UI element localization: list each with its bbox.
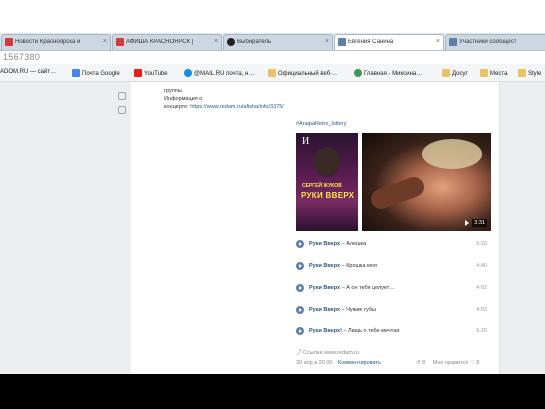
tab-members[interactable]: Участники сообщест (445, 34, 545, 50)
letterbox-bar (0, 374, 545, 409)
play-button-icon[interactable] (296, 306, 304, 314)
settings-icon[interactable] (118, 92, 126, 100)
bookmark-mailru[interactable]: @MAIL.RU почта, н… (184, 69, 254, 77)
play-button-icon[interactable] (296, 240, 304, 248)
bookmark-style[interactable]: Style (518, 69, 541, 77)
video-duration: 3:31 (472, 219, 487, 227)
play-icon (465, 220, 469, 226)
comment-icon[interactable] (118, 106, 126, 114)
close-icon[interactable]: × (436, 38, 440, 45)
like-button[interactable]: Мне нравится (433, 360, 469, 366)
play-button-icon[interactable] (296, 327, 304, 335)
share-icon[interactable]: ↺ (416, 360, 421, 366)
folder-icon (442, 69, 450, 77)
browser-window: Новости Красноярска и × АФИША КРАСНОЯРСК… (0, 0, 545, 374)
folder-icon (518, 69, 526, 77)
play-button-icon[interactable] (296, 284, 304, 292)
folder-icon (480, 69, 488, 77)
bookmark-youtube[interactable]: YouTube (134, 69, 168, 77)
tab-news[interactable]: Новости Красноярска и × (1, 34, 111, 50)
bookmark-main[interactable]: Главная - Миксина… (354, 69, 422, 77)
heart-icon[interactable]: ♡ (470, 360, 475, 366)
left-sidebar (0, 82, 132, 374)
bookmarks-bar: ADOM.RU — сайт… Почта Google YouTube @MA… (0, 64, 545, 82)
bookmark-adom[interactable]: ADOM.RU — сайт… (0, 69, 56, 75)
audio-track[interactable]: Руки Вверх – Крошка моя 4:40 (296, 262, 491, 272)
audio-track[interactable]: Руки Вверх! – Лишь о тебе мечтая 5:20 (296, 327, 491, 337)
mail-icon (72, 69, 80, 77)
tab-vybiratel[interactable]: Выбиратель × (223, 34, 333, 50)
bookmark-official[interactable]: Официальный веб-… (268, 69, 338, 77)
like-count[interactable]: 8 (476, 360, 479, 366)
youtube-icon (134, 69, 142, 77)
post-concert-line: концерте: https://www.redam.ru/afisha/in… (164, 104, 284, 110)
close-icon[interactable]: × (103, 38, 107, 45)
bookmark-mesta[interactable]: Места (480, 69, 507, 77)
play-button-icon[interactable] (296, 262, 304, 270)
video-thumbnail[interactable]: 3:31 (362, 133, 491, 231)
share-count[interactable]: 8 (422, 360, 425, 366)
comment-button[interactable]: Комментировать (338, 360, 381, 366)
post-text-line: группы. (164, 88, 184, 94)
post-text-line: Информация о (164, 96, 203, 102)
singer-figure (314, 147, 340, 177)
vk-favicon-icon (338, 38, 346, 46)
link-icon: ⤴ (296, 350, 302, 356)
post-actions: ↺ 8 Мне нравится ♡ 8 (416, 360, 479, 366)
video-figure (422, 139, 482, 169)
paw-favicon-icon (227, 38, 235, 46)
bookmark-gmail[interactable]: Почта Google (72, 69, 120, 77)
close-icon[interactable]: × (214, 38, 218, 45)
vk-favicon-icon (449, 38, 457, 46)
folder-icon (268, 69, 276, 77)
audio-track[interactable]: Руки Вверх – Чужие губы 4:03 (296, 306, 491, 316)
audio-track[interactable]: Руки Вверх – А он тебя целует… 4:02 (296, 284, 491, 294)
poster-image[interactable]: И СЕРГЕЙ ЖУКОВ РУКИ ВВЕРХ (296, 133, 358, 231)
afisha-favicon-icon (116, 38, 124, 46)
tab-strip: Новости Красноярска и × АФИША КРАСНОЯРСК… (0, 33, 545, 51)
url-fragment[interactable]: 1567380 (3, 52, 40, 62)
vk-favicon-icon (5, 38, 13, 46)
hashtag-link[interactable]: #AnapaRetro_lottery (296, 121, 346, 127)
close-icon[interactable]: × (325, 38, 329, 45)
concert-link[interactable]: https://www.redam.ru/afisha/info/3375/ (190, 104, 284, 110)
mailru-icon (184, 69, 192, 77)
post-footer: 30 апр в 20:00 Комментировать (296, 360, 381, 366)
post-date[interactable]: 30 апр в 20:00 (296, 360, 332, 366)
audio-track[interactable]: Руки Вверх – Алешка 5:20 (296, 240, 491, 250)
video-figure-arm (368, 174, 427, 212)
source-link[interactable]: ⤴ Ссылка www.redam.ru (296, 348, 359, 356)
bookmark-dosug[interactable]: Досуг (442, 69, 468, 77)
globe-icon (354, 69, 362, 77)
tab-evgenia[interactable]: Евгения Санина × (334, 34, 444, 50)
tab-afisha[interactable]: АФИША КРАСНОЯРСК | × (112, 34, 222, 50)
